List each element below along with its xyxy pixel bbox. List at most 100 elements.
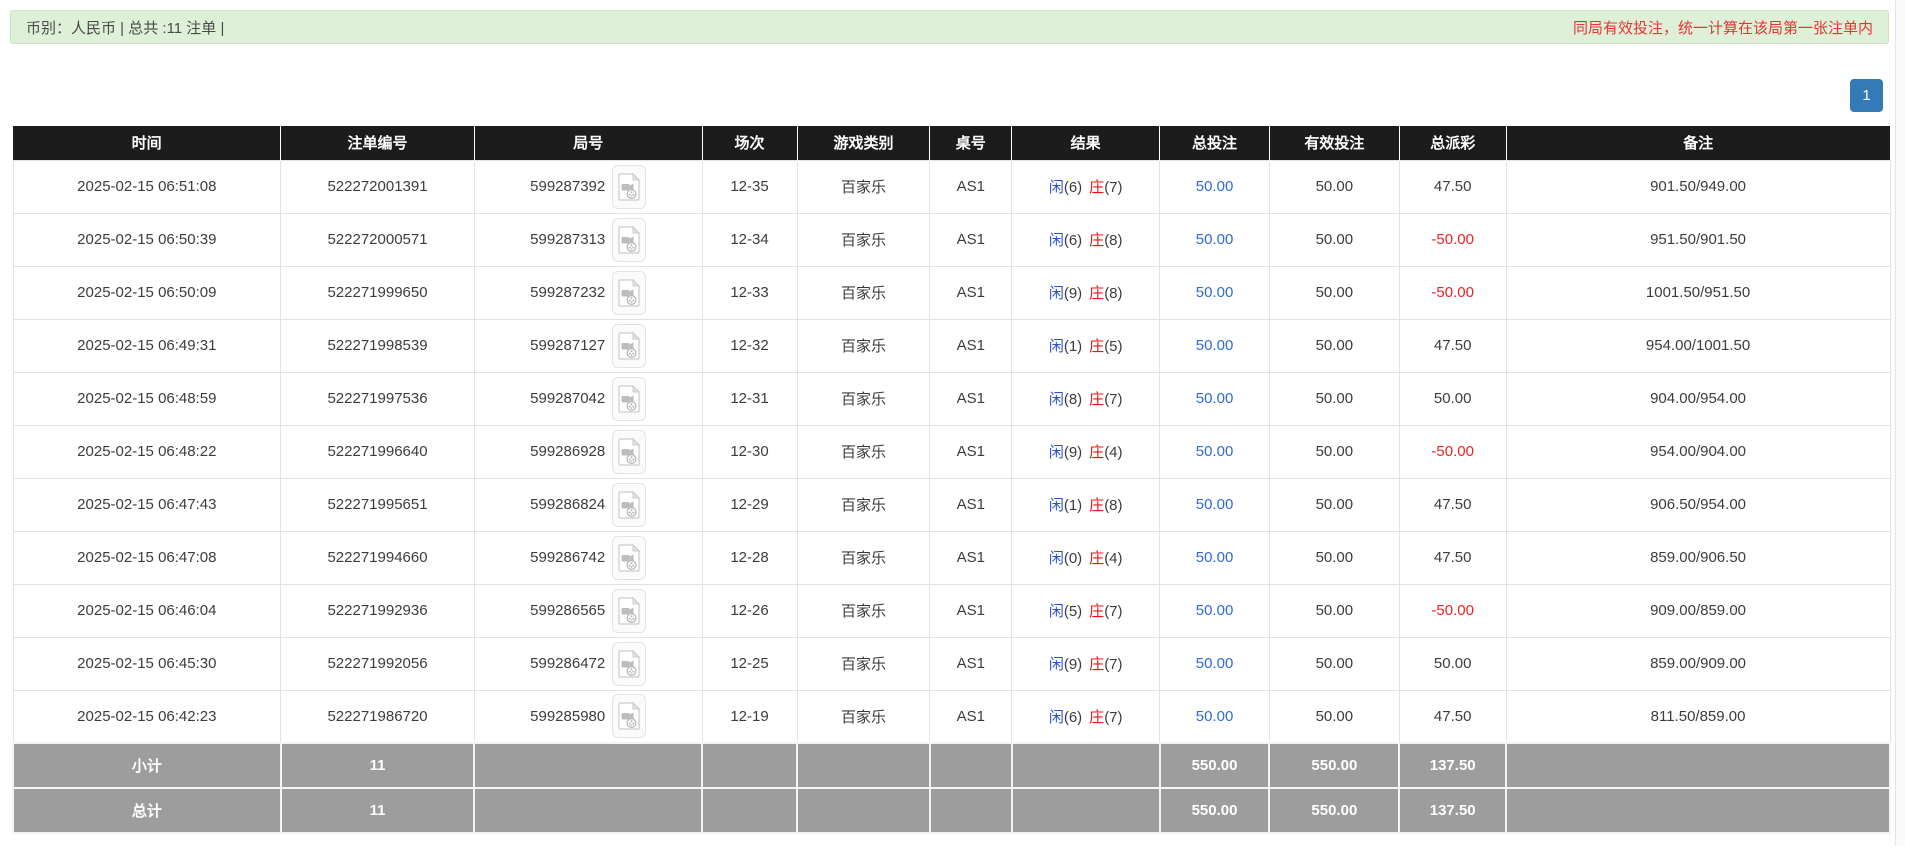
video-file-icon [618,385,640,413]
video-replay-button[interactable] [612,536,646,580]
cell-bet-id: 522272001391 [281,160,475,213]
table-row: 2025-02-15 06:46:04 522271992936 5992865… [13,584,1890,637]
round-id-text: 599287127 [530,337,605,354]
cell-time: 2025-02-15 06:47:43 [13,478,281,531]
result-banker-value: (7) [1104,603,1122,620]
bet-records-table: 时间 注单编号 局号 场次 游戏类别 桌号 结果 总投注 有效投注 总派彩 备注… [12,126,1891,834]
info-bar: 币别：人民币 | 总共 :11 注单 | 同局有效投注，统一计算在该局第一张注单… [10,10,1889,44]
cell-total-bet[interactable]: 50.00 [1160,160,1270,213]
video-replay-button[interactable] [612,694,646,738]
cell-total-bet[interactable]: 50.00 [1160,690,1270,743]
round-id-text: 599286472 [530,655,605,672]
video-replay-button[interactable] [612,430,646,474]
cell-total-bet[interactable]: 50.00 [1160,213,1270,266]
result-banker-value: (7) [1104,179,1122,196]
round-id-text: 599286742 [530,549,605,566]
round-id-text: 599287392 [530,178,605,195]
round-id-text: 599286824 [530,496,605,513]
cell-total-bet[interactable]: 50.00 [1160,531,1270,584]
cell-valid-bet: 50.00 [1269,425,1399,478]
cell-remark: 904.00/954.00 [1506,372,1890,425]
cell-session: 12-30 [702,425,797,478]
result-banker-value: (8) [1104,285,1122,302]
cell-payout: -50.00 [1399,213,1506,266]
col-header-total-bet: 总投注 [1160,126,1270,160]
cell-round-id: 599286472 [474,637,702,690]
video-replay-button[interactable] [612,483,646,527]
video-file-icon [618,650,640,678]
video-replay-button[interactable] [612,324,646,368]
result-player-label: 闲 [1049,179,1064,196]
result-banker-label: 庄 [1089,285,1104,302]
cell-round-id: 599287313 [474,213,702,266]
result-banker-label: 庄 [1089,338,1104,355]
cell-total-bet[interactable]: 50.00 [1160,266,1270,319]
total-total-bet: 550.00 [1160,788,1270,833]
result-banker-value: (4) [1104,550,1122,567]
cell-result: 闲(8)庄(7) [1012,372,1160,425]
result-player-value: (9) [1064,444,1082,461]
video-file-icon [618,332,640,360]
result-banker-value: (5) [1104,338,1122,355]
result-player-value: (1) [1064,497,1082,514]
cell-table-id: AS1 [930,372,1012,425]
col-header-valid-bet: 有效投注 [1269,126,1399,160]
cell-valid-bet: 50.00 [1269,160,1399,213]
result-player-label: 闲 [1049,656,1064,673]
cell-remark: 1001.50/951.50 [1506,266,1890,319]
result-player-value: (6) [1064,232,1082,249]
cell-valid-bet: 50.00 [1269,319,1399,372]
result-banker-value: (8) [1104,232,1122,249]
result-player-value: (1) [1064,338,1082,355]
table-row: 2025-02-15 06:51:08 522272001391 5992873… [13,160,1890,213]
cell-bet-id: 522271992056 [281,637,475,690]
round-id-text: 599287042 [530,390,605,407]
cell-payout: 47.50 [1399,319,1506,372]
cell-payout: -50.00 [1399,266,1506,319]
cell-total-bet[interactable]: 50.00 [1160,425,1270,478]
cell-table-id: AS1 [930,584,1012,637]
cell-session: 12-31 [702,372,797,425]
subtotal-row: 小计 11 550.00 550.00 137.50 [13,743,1890,788]
video-file-icon [618,544,640,572]
video-replay-button[interactable] [612,589,646,633]
video-replay-button[interactable] [612,165,646,209]
total-empty-cell [797,788,930,833]
result-player-value: (6) [1064,179,1082,196]
cell-result: 闲(1)庄(5) [1012,319,1160,372]
cell-result: 闲(6)庄(8) [1012,213,1160,266]
cell-game-type: 百家乐 [797,372,930,425]
video-replay-button[interactable] [612,218,646,262]
cell-total-bet[interactable]: 50.00 [1160,637,1270,690]
result-banker-value: (4) [1104,444,1122,461]
round-id-text: 599287232 [530,284,605,301]
table-body: 2025-02-15 06:51:08 522272001391 5992873… [13,160,1890,743]
cell-session: 12-32 [702,319,797,372]
cell-remark: 909.00/859.00 [1506,584,1890,637]
video-replay-button[interactable] [612,642,646,686]
result-player-label: 闲 [1049,550,1064,567]
cell-bet-id: 522271996640 [281,425,475,478]
cell-session: 12-33 [702,266,797,319]
subtotal-count: 11 [281,743,475,788]
result-banker-label: 庄 [1089,497,1104,514]
subtotal-valid-bet: 550.00 [1269,743,1399,788]
cell-total-bet[interactable]: 50.00 [1160,478,1270,531]
cell-table-id: AS1 [930,531,1012,584]
cell-total-bet[interactable]: 50.00 [1160,372,1270,425]
result-player-label: 闲 [1049,232,1064,249]
video-replay-button[interactable] [612,377,646,421]
vertical-scrollbar[interactable] [1895,0,1905,846]
video-file-icon [618,491,640,519]
cell-total-bet[interactable]: 50.00 [1160,319,1270,372]
table-row: 2025-02-15 06:47:43 522271995651 5992868… [13,478,1890,531]
cell-total-bet[interactable]: 50.00 [1160,584,1270,637]
result-player-label: 闲 [1049,285,1064,302]
video-replay-button[interactable] [612,271,646,315]
cell-session: 12-28 [702,531,797,584]
page-button-1[interactable]: 1 [1850,79,1883,112]
cell-time: 2025-02-15 06:47:08 [13,531,281,584]
table-row: 2025-02-15 06:50:39 522272000571 5992873… [13,213,1890,266]
cell-game-type: 百家乐 [797,319,930,372]
total-empty-cell [474,788,702,833]
